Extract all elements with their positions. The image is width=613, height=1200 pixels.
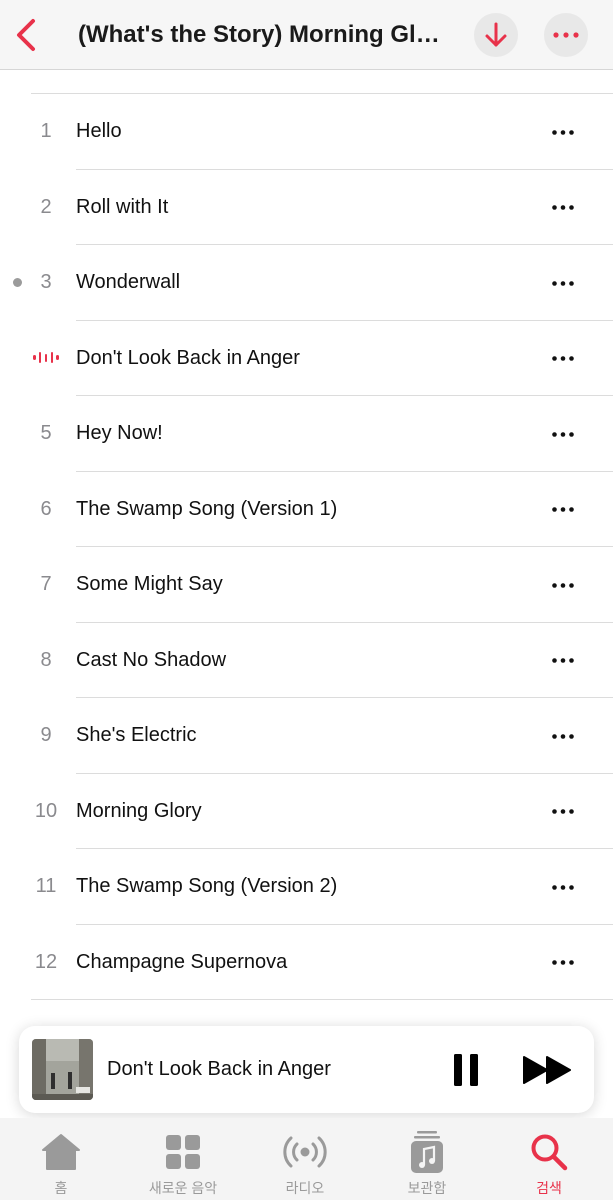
played-indicator-dot — [13, 278, 22, 287]
track-more-button[interactable] — [543, 720, 583, 752]
track-number: 8 — [40, 648, 52, 671]
ellipsis-icon — [552, 960, 574, 965]
track-title: Cast No Shadow — [76, 648, 227, 671]
tab-label: 라디오 — [285, 1180, 325, 1196]
track-title: She's Electric — [76, 724, 197, 746]
now-playing-equalizer-icon — [33, 349, 59, 367]
library-icon — [411, 1131, 443, 1173]
track-row[interactable]: 1 Hello — [0, 94, 613, 170]
track-more-button[interactable] — [543, 116, 583, 148]
arrow-down-icon — [485, 22, 507, 47]
track-number: 9 — [40, 724, 52, 746]
track-title: Don't Look Back in Anger — [76, 346, 300, 369]
track-number: 1 — [40, 120, 52, 142]
ellipsis-icon — [552, 733, 574, 739]
track-number: 2 — [40, 195, 52, 218]
ellipsis-icon — [552, 658, 574, 663]
ellipsis-icon — [552, 356, 574, 361]
track-row[interactable]: 6 The Swamp Song (Version 1) — [0, 472, 613, 548]
tab-label: 새로운 음악 — [148, 1180, 218, 1196]
fast-forward-button[interactable] — [519, 1051, 575, 1089]
tab-label: 보관함 — [407, 1180, 447, 1196]
track-row[interactable]: 10 Morning Glory — [0, 774, 613, 850]
nav-header: (What's the Story) Morning Glory? — [0, 0, 613, 70]
tab-bar: 홈 새로운 음악 라디오 보관함 검색 — [0, 1118, 613, 1200]
track-title: Roll with It — [76, 195, 169, 218]
tab-label: 검색 — [536, 1180, 562, 1196]
track-number: 7 — [40, 573, 52, 595]
track-number: 12 — [34, 950, 58, 973]
pause-button[interactable] — [446, 1051, 486, 1089]
track-number: 5 — [40, 422, 52, 444]
track-title: The Swamp Song (Version 2) — [76, 875, 338, 897]
ellipsis-icon — [552, 809, 574, 814]
ellipsis-icon — [552, 431, 574, 437]
track-more-button[interactable] — [543, 494, 583, 526]
pause-icon — [454, 1054, 478, 1086]
track-row[interactable]: 8 Cast No Shadow — [0, 623, 613, 699]
page-title: (What's the Story) Morning Glory? — [78, 21, 446, 48]
track-title: Some Might Say — [76, 573, 223, 595]
more-options-button[interactable] — [544, 13, 588, 57]
track-more-button[interactable] — [543, 645, 583, 677]
tab-radio[interactable]: 라디오 — [244, 1118, 366, 1200]
track-row[interactable]: 9 She's Electric — [0, 698, 613, 774]
back-button[interactable] — [6, 12, 46, 58]
fast-forward-icon — [523, 1056, 571, 1084]
track-more-button[interactable] — [543, 947, 583, 979]
track-row[interactable]: 3 Wonderwall — [0, 245, 613, 321]
track-row[interactable]: 5 Hey Now! — [0, 396, 613, 472]
track-number: 11 — [35, 875, 57, 897]
track-row[interactable]: 7 Some Might Say — [0, 547, 613, 623]
track-number: 10 — [34, 799, 58, 822]
search-icon — [531, 1134, 568, 1171]
album-artwork — [32, 1039, 93, 1100]
track-row-now-playing[interactable]: Don't Look Back in Anger — [0, 321, 613, 397]
tab-new-music[interactable]: 새로운 음악 — [122, 1118, 244, 1200]
track-more-button[interactable] — [543, 796, 583, 828]
tab-library[interactable]: 보관함 — [366, 1118, 488, 1200]
track-more-button[interactable] — [543, 192, 583, 224]
track-number: 6 — [40, 497, 52, 520]
chevron-left-icon — [17, 19, 35, 51]
ellipsis-icon — [552, 205, 574, 210]
ellipsis-icon — [552, 129, 574, 135]
track-title: Hey Now! — [76, 422, 163, 444]
tab-search[interactable]: 검색 — [488, 1118, 610, 1200]
grid-icon — [166, 1135, 200, 1169]
ellipsis-icon — [552, 582, 574, 588]
track-title: Champagne Supernova — [76, 950, 288, 973]
track-more-button[interactable] — [543, 418, 583, 450]
track-title: The Swamp Song (Version 1) — [76, 497, 338, 520]
now-playing-title: Don't Look Back in Anger — [107, 1058, 331, 1080]
track-title: Hello — [76, 120, 122, 142]
track-number: 3 — [40, 271, 52, 293]
radio-icon — [283, 1136, 327, 1168]
track-row[interactable]: 11 The Swamp Song (Version 2) — [0, 849, 613, 925]
track-more-button[interactable] — [543, 343, 583, 375]
track-row[interactable]: 2 Roll with It — [0, 170, 613, 246]
download-button[interactable] — [474, 13, 518, 57]
ellipsis-icon — [552, 507, 574, 512]
track-list: 1 Hello 2 Roll with It 3 Wonderwall Don'… — [0, 94, 613, 1000]
track-title: Morning Glory — [76, 799, 202, 822]
ellipsis-icon — [552, 280, 574, 286]
track-title: Wonderwall — [76, 271, 181, 293]
track-more-button[interactable] — [543, 569, 583, 601]
ellipsis-icon — [553, 32, 579, 38]
track-more-button[interactable] — [543, 871, 583, 903]
tab-label: 홈 — [54, 1180, 68, 1196]
home-icon — [42, 1134, 80, 1170]
tab-home[interactable]: 홈 — [0, 1118, 122, 1200]
mini-player[interactable]: Don't Look Back in Anger — [19, 1026, 594, 1113]
track-more-button[interactable] — [543, 267, 583, 299]
track-row[interactable]: 12 Champagne Supernova — [0, 925, 613, 1001]
ellipsis-icon — [552, 884, 574, 890]
